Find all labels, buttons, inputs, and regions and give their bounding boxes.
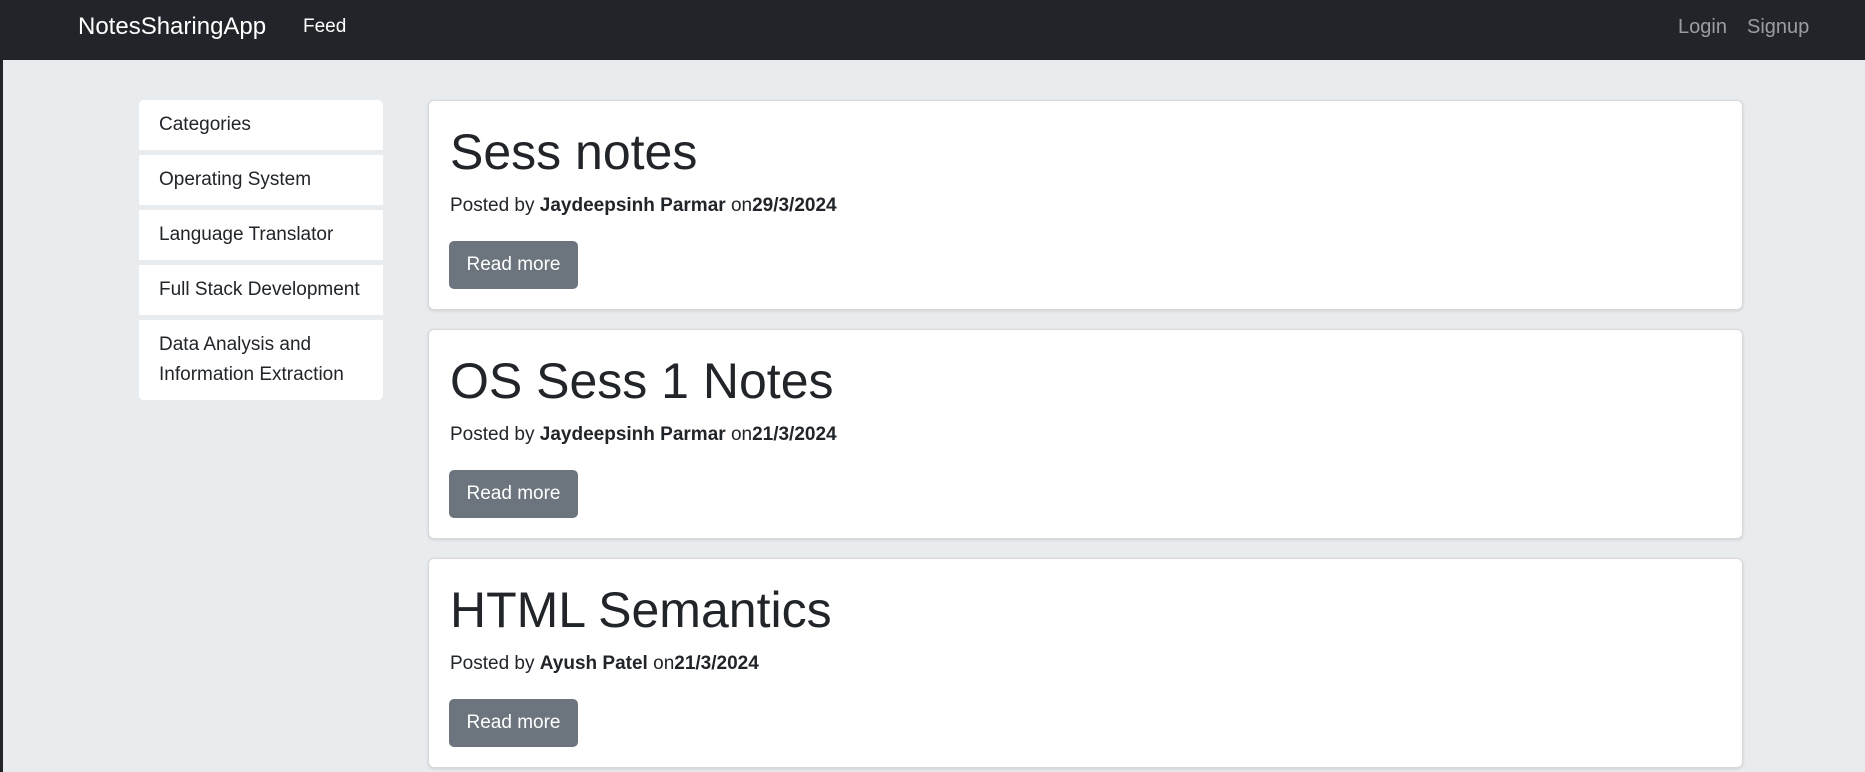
post-title: OS Sess 1 Notes [450, 353, 834, 409]
post-date: 29/3/2024 [752, 195, 837, 216]
post-card: HTML Semantics Posted by Ayush Patel on2… [428, 558, 1743, 768]
on-label: on [653, 653, 675, 674]
sidebar-item-data-analysis[interactable]: Data Analysis and Information Extraction [139, 320, 383, 400]
on-label: on [730, 195, 753, 216]
posted-by-label: Posted by [450, 424, 535, 445]
posted-by-label: Posted by [450, 653, 535, 674]
post-date: 21/3/2024 [752, 424, 837, 445]
sidebar-item-language-translator[interactable]: Language Translator [139, 210, 383, 260]
post-author: Jaydeepsinh Parmar [539, 424, 726, 445]
nav-login-link[interactable]: Login [1678, 15, 1727, 39]
read-more-button[interactable]: Read more [449, 470, 578, 518]
top-navbar: NotesSharingApp Feed Login Signup [0, 0, 1865, 60]
category-sidebar: Categories Operating System Language Tra… [139, 100, 383, 400]
posted-by-label: Posted by [450, 195, 535, 216]
post-author: Jaydeepsinh Parmar [539, 195, 726, 216]
nav-signup-link[interactable]: Signup [1747, 15, 1809, 39]
read-more-button[interactable]: Read more [449, 699, 578, 747]
post-meta: Posted by Jaydeepsinh Parmar on21/3/2024 [450, 423, 837, 447]
on-label: on [730, 424, 753, 445]
post-title: HTML Semantics [450, 582, 832, 638]
sidebar-item-categories[interactable]: Categories [139, 100, 383, 150]
nav-feed-link[interactable]: Feed [303, 15, 346, 39]
post-meta: Posted by Ayush Patel on21/3/2024 [450, 652, 759, 676]
sidebar-item-full-stack-development[interactable]: Full Stack Development [139, 265, 383, 315]
post-meta: Posted by Jaydeepsinh Parmar on29/3/2024 [450, 194, 837, 218]
read-more-button[interactable]: Read more [449, 241, 578, 289]
post-card: OS Sess 1 Notes Posted by Jaydeepsinh Pa… [428, 329, 1743, 539]
post-card: Sess notes Posted by Jaydeepsinh Parmar … [428, 100, 1743, 310]
post-title: Sess notes [450, 124, 698, 180]
window-edge [0, 0, 3, 772]
brand-link[interactable]: NotesSharingApp [78, 12, 266, 42]
sidebar-item-operating-system[interactable]: Operating System [139, 155, 383, 205]
post-date: 21/3/2024 [674, 653, 759, 674]
post-author: Ayush Patel [539, 653, 648, 674]
